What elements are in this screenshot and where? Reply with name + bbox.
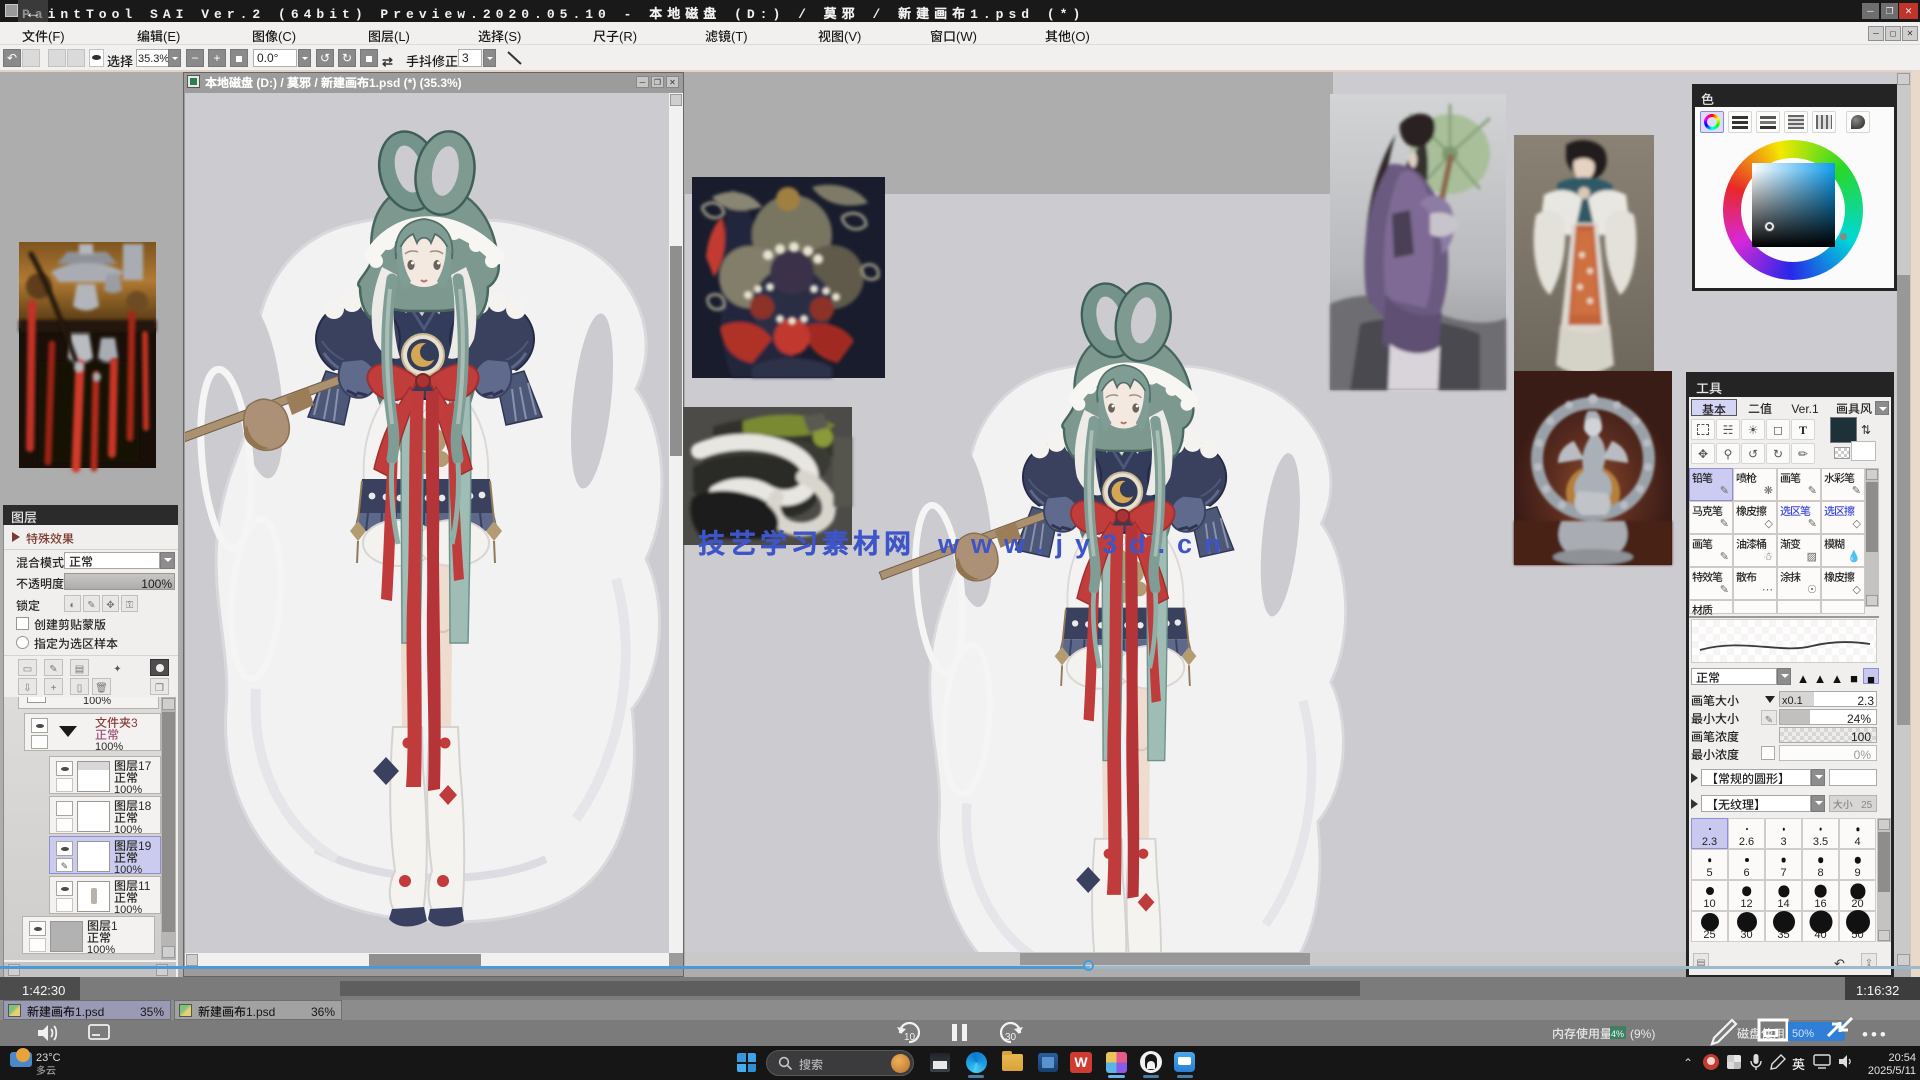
svg-text:10: 10 — [904, 1032, 916, 1043]
svg-text:30: 30 — [1005, 1032, 1017, 1043]
